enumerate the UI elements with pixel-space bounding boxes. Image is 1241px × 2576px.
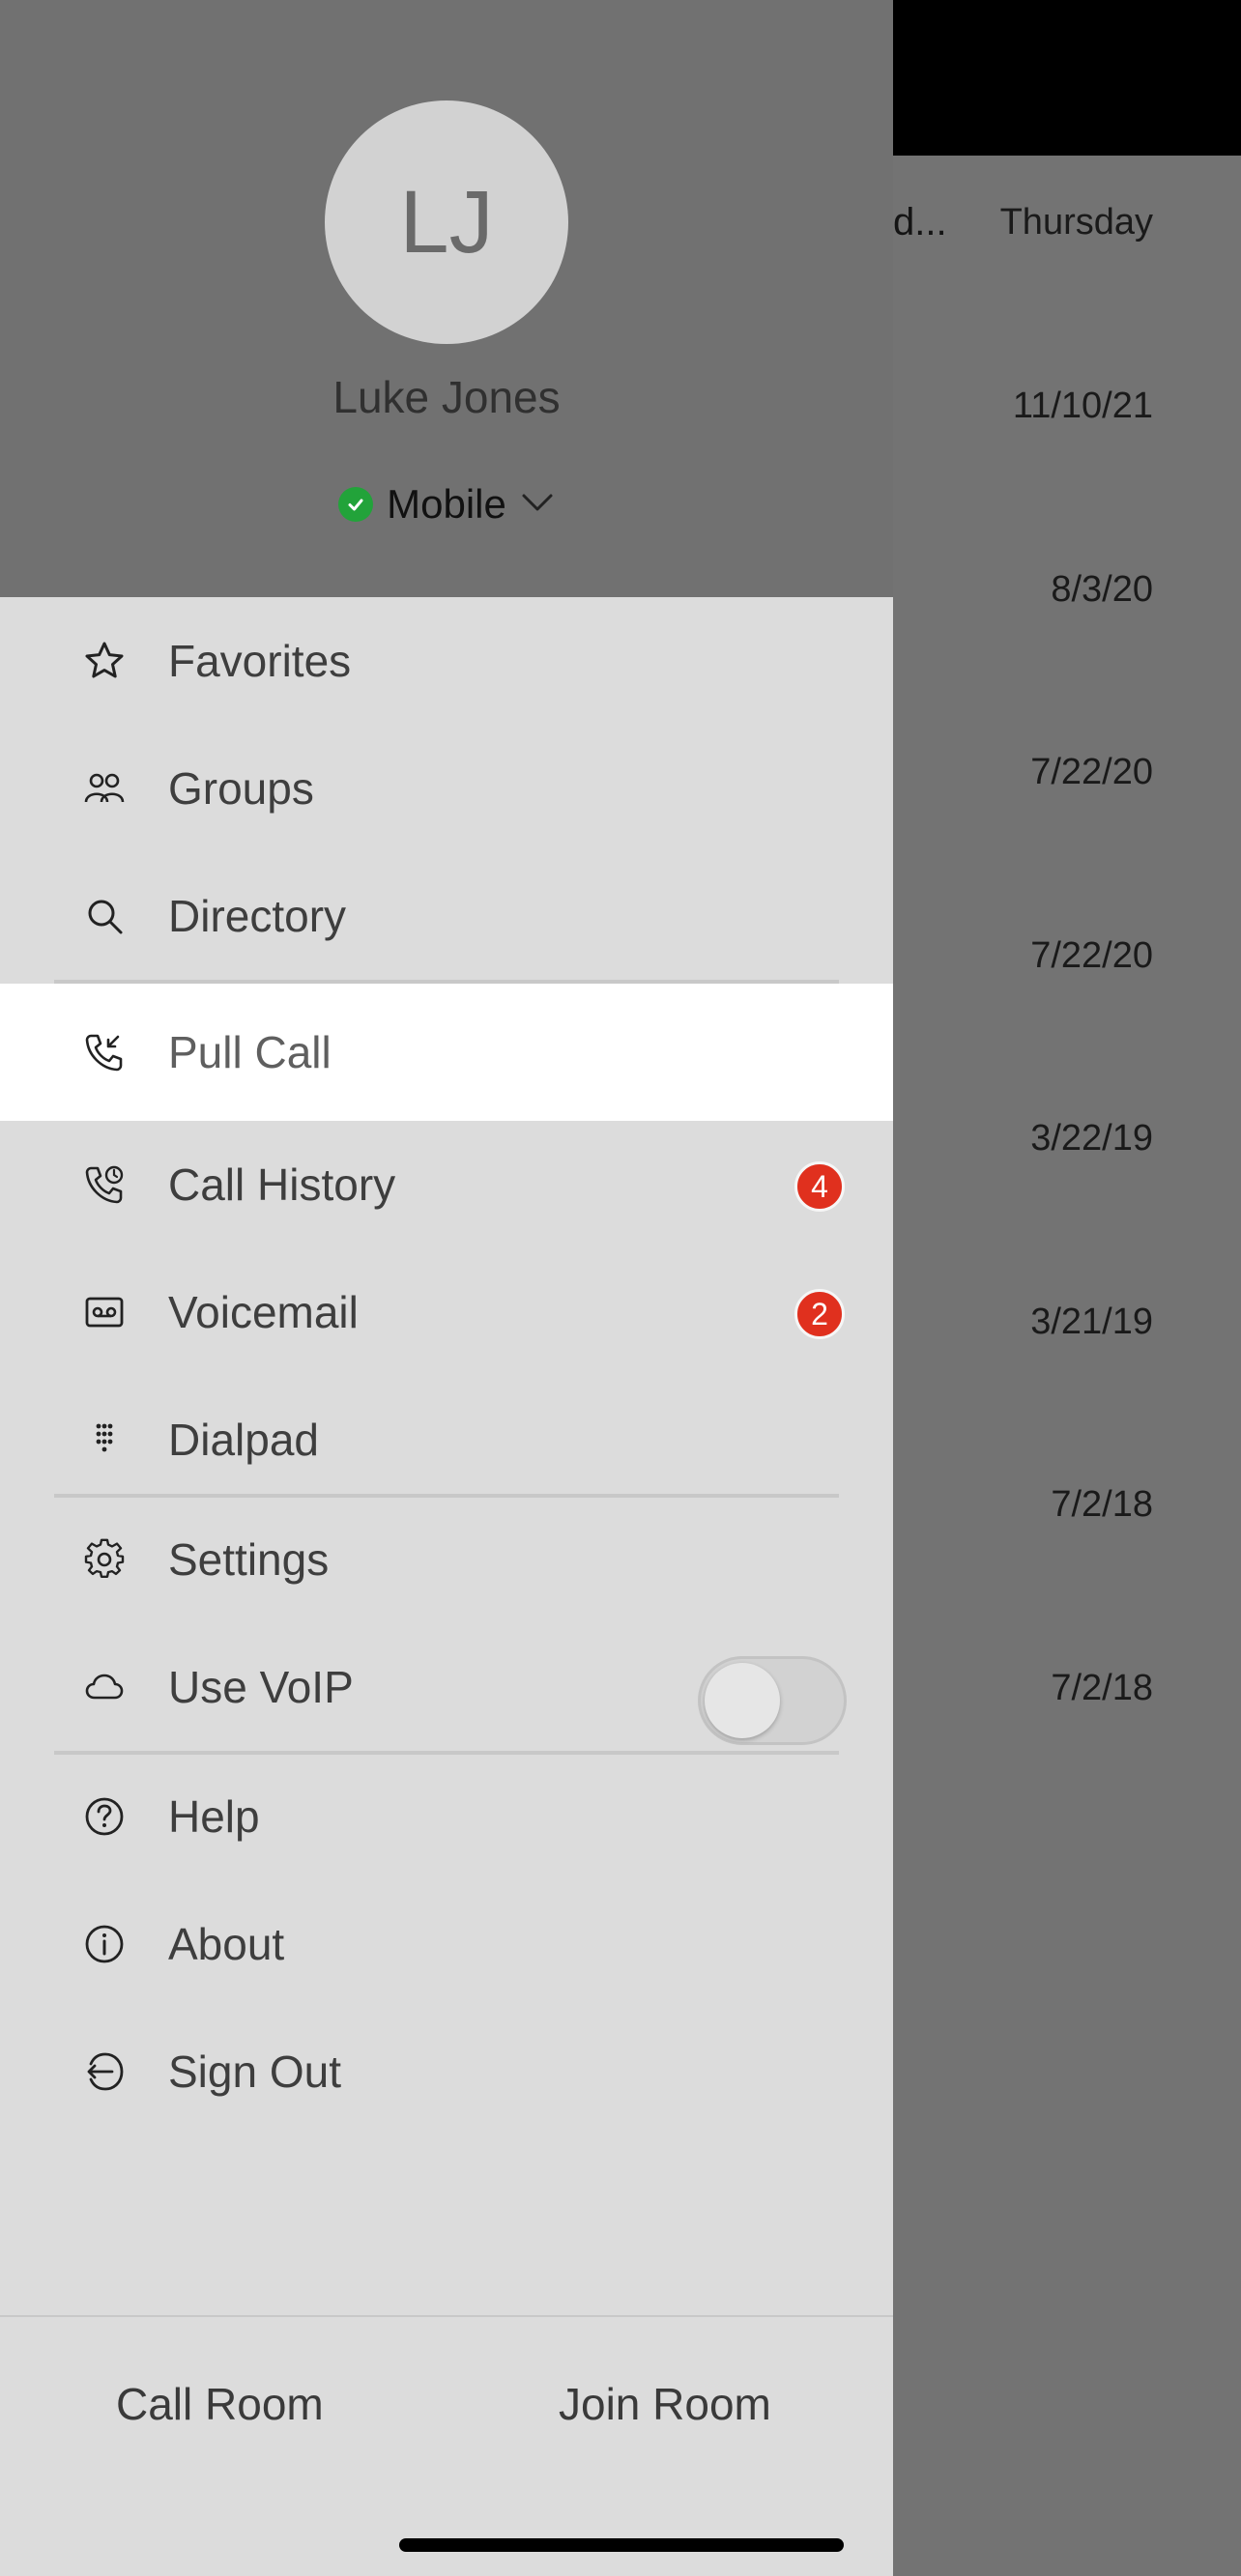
toggle-knob [705,1663,780,1738]
menu-label: Pull Call [168,1027,332,1077]
status-selector[interactable]: Mobile [0,481,893,528]
chevron-down-icon [520,491,555,519]
check-circle-icon [338,487,374,522]
menu-item-pull-call[interactable]: Pull Call [0,984,893,1121]
menu-label: Settings [168,1534,330,1585]
menu-label: About [168,1919,285,1969]
avatar[interactable]: LJ [325,100,568,344]
home-indicator [399,2538,844,2552]
menu-label: Sign Out [168,2046,341,2097]
menu-label: Directory [168,891,347,941]
voicemail-badge: 2 [794,1289,845,1339]
cloud-icon [85,1674,124,1700]
background-date: 7/22/20 [1030,935,1153,976]
background-date: 3/21/19 [1030,1302,1153,1342]
info-icon [85,1925,124,1963]
menu-item-groups[interactable]: Groups [0,725,893,852]
menu-item-settings[interactable]: Settings [0,1496,893,1623]
menu-label: Use VoIP [168,1662,354,1712]
profile-header: LJ Luke Jones Mobile [0,0,893,597]
menu-label: Favorites [168,636,352,686]
menu-label: Call History [168,1159,396,1210]
background-date: 7/22/20 [1030,752,1153,792]
background-truncated-text: d... [893,201,947,243]
menu-item-dialpad[interactable]: Dialpad [0,1376,893,1503]
menu-item-use-voip: Use VoIP [0,1623,893,1751]
pull-call-icon [85,1034,123,1072]
help-icon [85,1797,124,1836]
background-date: 11/10/21 [1012,386,1153,426]
join-room-button[interactable]: Join Room [559,2365,771,2443]
user-name: Luke Jones [332,372,561,422]
menu-item-call-history[interactable]: Call History 4 [0,1121,893,1248]
app-screen: d... Thursday 11/10/21 8/3/20 7/22/20 7/… [0,0,1241,2576]
call-room-button[interactable]: Call Room [116,2365,324,2443]
menu-item-directory[interactable]: Directory [0,852,893,980]
gear-icon [84,1538,125,1578]
menu-item-sign-out[interactable]: Sign Out [0,2008,893,2135]
menu-label: Groups [168,763,314,814]
background-date: Thursday [999,202,1153,243]
call-history-badge: 4 [794,1161,845,1212]
navigation-drawer: LJ Luke Jones Mobile Favorites Groups Di… [0,0,893,2576]
menu-label: Dialpad [168,1415,319,1465]
voip-toggle[interactable] [698,1656,847,1745]
background-date: 3/22/19 [1030,1118,1153,1159]
status-label: Mobile [387,481,506,527]
menu-label: Voicemail [168,1287,359,1337]
menu-item-help[interactable]: Help [0,1753,893,1880]
menu-item-about[interactable]: About [0,1880,893,2008]
menu-item-favorites[interactable]: Favorites [0,597,893,725]
dialpad-icon [96,1423,113,1452]
star-icon [85,642,124,678]
search-icon [88,900,123,934]
menu-label: Help [168,1791,260,1842]
bottom-bar: Call Room Join Room [0,2315,893,2576]
menu-item-voicemail[interactable]: Voicemail 2 [0,1248,893,1376]
voicemail-icon [85,1297,124,1328]
background-date: 7/2/18 [1051,1484,1153,1525]
background-date: 8/3/20 [1051,569,1153,610]
group-icon [84,773,125,803]
background-date: 7/2/18 [1051,1668,1153,1708]
sign-out-icon [87,2052,124,2091]
call-history-icon [85,1165,124,1204]
background-header [893,0,1241,156]
